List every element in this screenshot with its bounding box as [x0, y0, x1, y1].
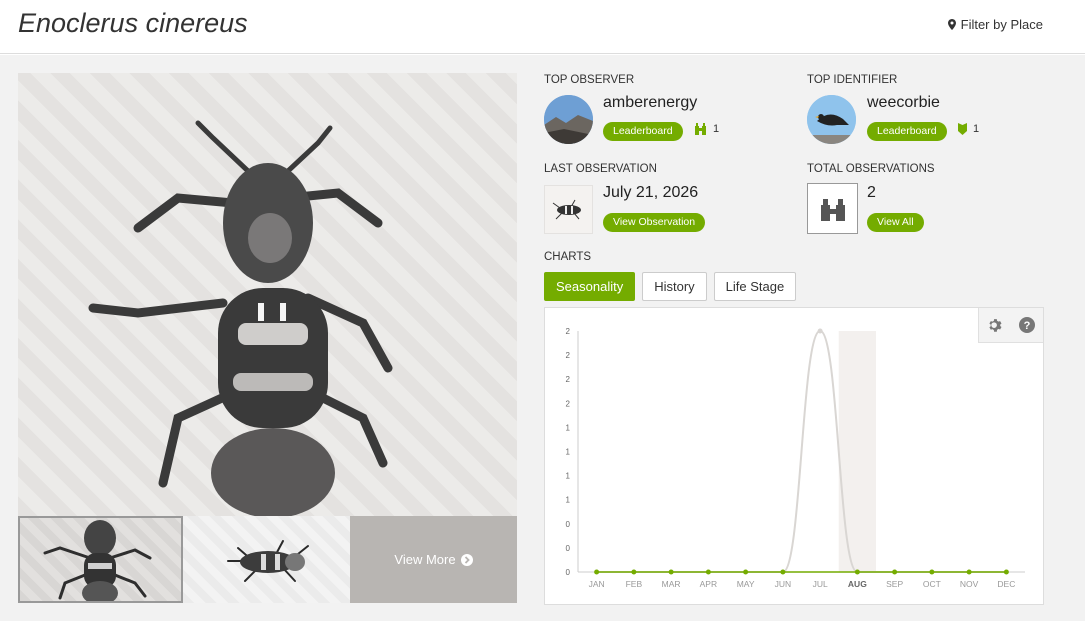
seasonality-chart: 0 0 0 1 1 1 1 2 2 2 2 JAN FEB MAR APR MAY JUN JUL AUG SEP OC…: [544, 307, 1044, 605]
view-observation-button[interactable]: View Observation: [603, 213, 706, 232]
view-more-photos-button[interactable]: View More: [350, 516, 517, 603]
top-observer-username[interactable]: amberenergy: [603, 94, 697, 112]
x-tick-label: JUL: [813, 579, 828, 589]
beetle-thumbnail-image: [43, 520, 152, 601]
page-title: Enoclerus cinereus: [18, 8, 248, 38]
data-point: [817, 328, 823, 334]
y-tick-label: 2: [566, 327, 571, 336]
chart-tools: ?: [978, 308, 1043, 343]
y-tick-label: 1: [566, 448, 571, 457]
tab-life-stage[interactable]: Life Stage: [713, 272, 797, 301]
y-tick-label: 0: [566, 568, 571, 577]
main-content: View More TOP OBSERVER amberenergy Leade…: [0, 55, 1085, 621]
map-marker-icon: [947, 19, 956, 30]
x-tick-label: MAY: [737, 579, 755, 589]
x-tick-label: OCT: [923, 579, 941, 589]
x-tick-label: FEB: [626, 579, 643, 589]
beetle-thumbnail-image: [552, 199, 581, 220]
photo-thumbnails: View More: [18, 516, 517, 603]
main-photo[interactable]: [18, 73, 517, 516]
page-header: Enoclerus cinereus Filter by Place: [0, 0, 1085, 54]
x-tick-label: APR: [700, 579, 717, 589]
top-identifier-username[interactable]: weecorbie: [867, 94, 940, 112]
y-tick-label: 2: [566, 351, 571, 360]
top-identifier-leaderboard-button[interactable]: Leaderboard: [867, 122, 947, 141]
series-line: [596, 329, 1007, 573]
photo-thumbnail[interactable]: [183, 516, 350, 603]
photo-thumbnail[interactable]: [18, 516, 183, 603]
bird-avatar-image: [807, 95, 856, 144]
x-tick-label: SEP: [886, 579, 903, 589]
y-tick-label: 0: [566, 544, 571, 553]
identification-badge-icon: [958, 123, 967, 135]
view-all-button[interactable]: View All: [867, 213, 924, 232]
top-observer-count: 1: [694, 123, 719, 135]
x-tick-label: MAR: [662, 579, 681, 589]
total-observations-label: TOTAL OBSERVATIONS: [807, 163, 935, 175]
x-tick-label: AUG: [848, 579, 867, 589]
binoculars-icon: [695, 123, 706, 135]
top-identifier-avatar[interactable]: [807, 95, 856, 144]
top-observer-avatar[interactable]: [544, 95, 593, 144]
chart-tabs: Seasonality History Life Stage: [544, 272, 797, 301]
x-tick-label: NOV: [960, 579, 979, 589]
binoculars-icon: [820, 198, 845, 221]
tab-seasonality[interactable]: Seasonality: [544, 272, 636, 301]
beetle-thumbnail-image: [227, 540, 309, 582]
tab-history[interactable]: History: [642, 272, 707, 301]
top-identifier-count: 1: [958, 123, 979, 135]
total-observations-icon-box: [807, 183, 858, 234]
filter-label: Filter by Place: [960, 17, 1043, 32]
charts-label: CHARTS: [544, 251, 592, 263]
help-icon[interactable]: ?: [1018, 316, 1036, 334]
top-observer-label: TOP OBSERVER: [544, 74, 635, 86]
last-observation-date: July 21, 2026: [603, 184, 699, 201]
x-tick-label: DEC: [997, 579, 1015, 589]
y-tick-label: 2: [566, 399, 571, 408]
x-tick-label: JAN: [589, 579, 605, 589]
view-more-label: View More: [394, 552, 456, 567]
x-tick-label: JUN: [775, 579, 792, 589]
top-identifier-label: TOP IDENTIFIER: [807, 74, 898, 86]
y-tick-label: 0: [566, 520, 571, 529]
total-observations-count: 2: [867, 184, 876, 201]
filter-by-place-button[interactable]: Filter by Place: [947, 17, 1043, 32]
y-tick-label: 1: [566, 423, 571, 432]
top-observer-leaderboard-button[interactable]: Leaderboard: [603, 122, 683, 141]
y-tick-label: 2: [566, 375, 571, 384]
arrow-circle-right-icon: [460, 553, 473, 566]
beetle-photo-image: [88, 120, 393, 516]
gear-icon[interactable]: [986, 316, 1004, 334]
chart-canvas: 0 0 0 1 1 1 1 2 2 2 2 JAN FEB MAR APR MAY JUN JUL AUG SEP OC…: [566, 327, 1025, 589]
last-observation-label: LAST OBSERVATION: [544, 163, 657, 175]
last-observation-thumbnail[interactable]: [544, 185, 593, 234]
svg-text:?: ?: [1024, 320, 1031, 332]
current-month-highlight: [838, 331, 876, 572]
landscape-avatar-image: [544, 95, 593, 144]
y-tick-label: 1: [566, 496, 571, 505]
y-tick-label: 1: [566, 472, 571, 481]
